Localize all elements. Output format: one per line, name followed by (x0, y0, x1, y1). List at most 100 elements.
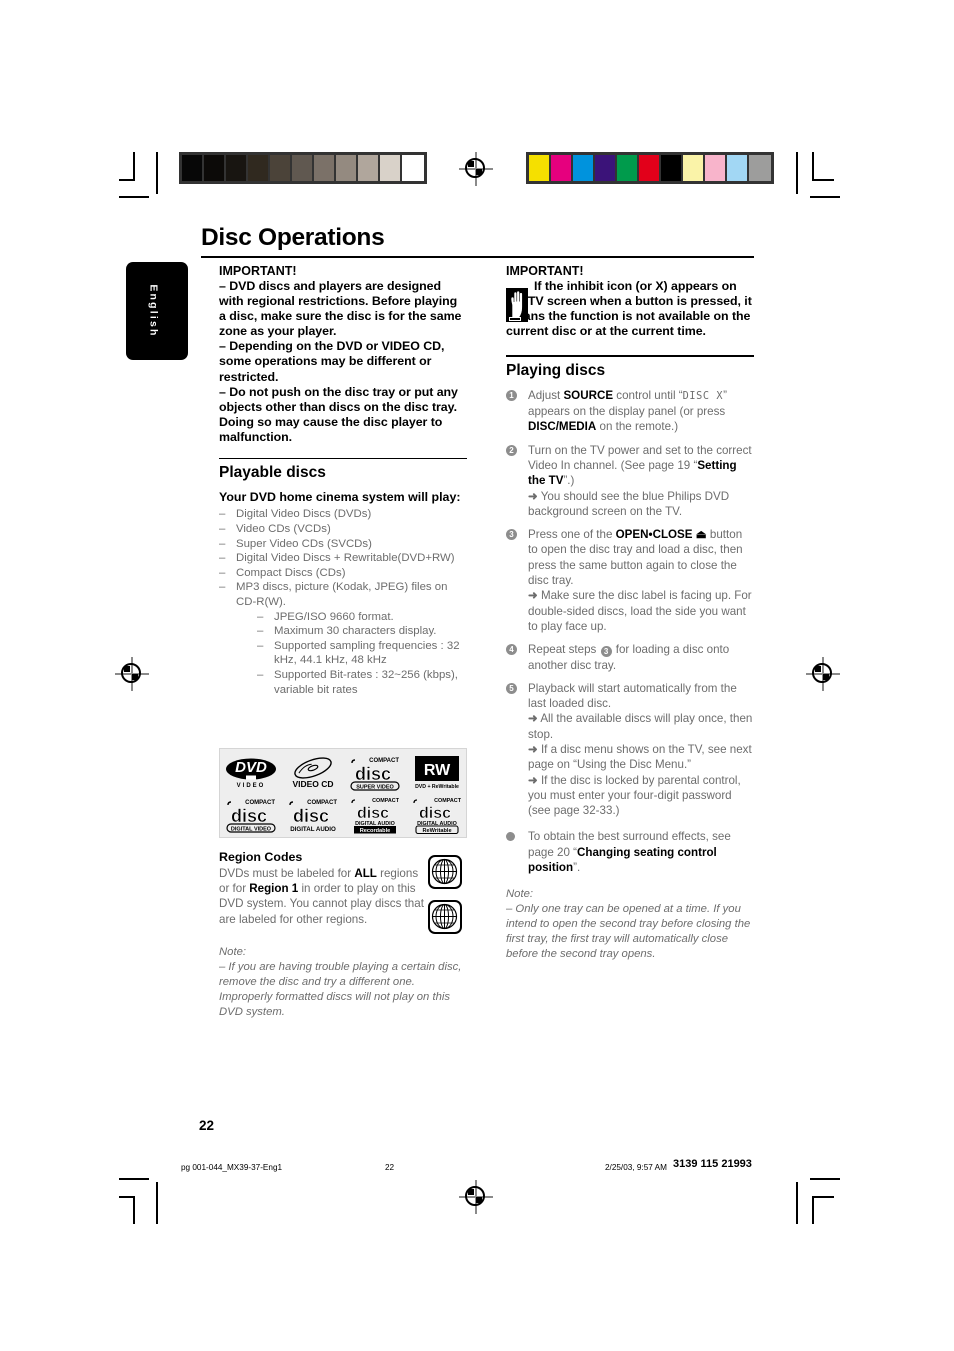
color-swatch (551, 155, 573, 181)
svg-text:disc: disc (419, 805, 451, 822)
step-number: 4 (506, 644, 517, 656)
list-item: – Digital Video Discs (DVDs) (219, 508, 372, 521)
step-text-pre: Playback will start automatically from t… (528, 681, 737, 711)
compact-disc-super-video-logo: COMPACT disc SUPER VIDEO (347, 753, 403, 793)
crop-mark-top-right-lower-h (810, 196, 840, 198)
crop-mark-top-right-corner-v (812, 152, 814, 180)
arrow-icon: ➜ (528, 712, 538, 726)
sublist-item: – JPEG/ISO 9660 format. (257, 610, 394, 623)
color-swatch (639, 155, 661, 181)
crop-mark-top-left-corner-h (119, 179, 135, 181)
svg-text:DVD + ReWritable: DVD + ReWritable (415, 784, 459, 790)
region-codes-body: DVDs must be labeled for ALL regions or … (219, 866, 424, 927)
color-calibration-bar (526, 152, 774, 184)
list-item: – Super Video CDs (SVCDs) (219, 537, 372, 550)
surround-effects-bullet: To obtain the best surround effects, see… (506, 829, 754, 875)
color-swatch (204, 155, 226, 181)
document-page: English Disc Operations IMPORTANT! – DVD… (0, 0, 954, 1351)
playable-discs-subheading: Your DVD home cinema system will play: (219, 490, 461, 505)
svg-text:COMPACT: COMPACT (372, 798, 400, 804)
title-divider (201, 256, 754, 258)
svg-text:disc: disc (293, 806, 329, 826)
color-swatch (573, 155, 595, 181)
video-cd-logo: VIDEO CD (285, 753, 341, 793)
language-tab-label: English (147, 284, 160, 338)
color-swatch (314, 155, 336, 181)
list-item: – Compact Discs (CDs) (219, 566, 346, 579)
bullet-text-post: ”. (573, 861, 581, 875)
left-important-heading: IMPORTANT! (219, 264, 297, 278)
region-1-globe-icon (428, 900, 462, 934)
step-2: 2 Turn on the TV power and set to the co… (506, 443, 754, 519)
step-number: 3 (506, 529, 517, 541)
playing-discs-heading: Playing discs (506, 361, 606, 379)
open-close-button-label: OPEN•CLOSE ⏏ (615, 528, 707, 542)
crop-mark-top-left-vertical (156, 152, 158, 194)
dvd-video-logo: DVD VIDEO (223, 753, 279, 793)
svg-text:COMPACT: COMPACT (434, 798, 462, 804)
color-swatch (358, 155, 380, 181)
left-note-label: Note: (219, 946, 247, 958)
playable-discs-sublist: – JPEG/ISO 9660 format. – Maximum 30 chara… (257, 610, 467, 698)
compact-disc-recordable-logo: COMPACT disc DIGITAL AUDIO Recordable (347, 795, 403, 835)
color-swatch (749, 155, 771, 181)
step-1: 1 Adjust SOURCE control until “DISC X” a… (506, 388, 754, 435)
source-control-label: SOURCE (563, 388, 614, 402)
color-swatch (617, 155, 639, 181)
color-swatch (727, 155, 749, 181)
crop-mark-top-right-vertical (796, 152, 798, 194)
step-text-post: ”.) (563, 474, 575, 488)
right-note-text: – Only one tray can be opened at a time.… (506, 903, 751, 960)
arrow-icon: ➜ (528, 743, 538, 756)
registration-mark-right (806, 657, 840, 691)
color-swatch (595, 155, 617, 181)
language-tab-english: English (126, 262, 188, 360)
svg-text:disc: disc (355, 764, 391, 784)
registration-mark-left (115, 657, 149, 691)
step-3: 3 Press one of the OPEN•CLOSE ⏏ button t… (506, 527, 754, 634)
sublist-item: – Supported Bit-rates : 32~256 (kbps), va… (257, 668, 458, 696)
footer-document-code: 3139 115 21993 (673, 1158, 752, 1170)
sublist-item: – Maximum 30 characters display. (257, 625, 437, 638)
playable-discs-divider (219, 458, 467, 460)
list-item: – MP3 discs, picture (Kodak, JPEG) files … (219, 580, 467, 697)
disc-format-logos: DVD VIDEO VIDEO CD COMPACT disc SUPER VI… (219, 748, 467, 838)
step-4: 4 Repeat steps 3 for loading a disc onto… (506, 642, 754, 673)
svg-text:RW: RW (424, 762, 451, 779)
step-text-pre: Repeat steps (528, 643, 600, 657)
crop-mark-bottom-left-upper-h (119, 1178, 149, 1180)
color-swatch (248, 155, 270, 181)
svg-text:disc: disc (231, 806, 267, 826)
grayscale-calibration-bar (179, 152, 427, 184)
color-swatch (226, 155, 248, 181)
playing-discs-steps: 1 Adjust SOURCE control until “DISC X” a… (506, 388, 754, 876)
left-important-item-1: – DVD discs and players are designed wit… (219, 279, 462, 339)
step-number: 1 (506, 389, 517, 401)
svg-text:disc: disc (357, 805, 389, 822)
display-panel-text: DISC X (682, 390, 724, 402)
dvd-rewritable-logo: RW DVD + ReWritable (409, 753, 465, 793)
crop-mark-top-left-corner-v (133, 152, 135, 180)
list-item-label: MP3 discs, picture (Kodak, JPEG) files o… (236, 581, 448, 608)
list-item-label: Super Video CDs (SVCDs) (236, 537, 372, 550)
color-swatch (270, 155, 292, 181)
step-reference-number: 3 (600, 646, 612, 658)
step-number: 2 (506, 444, 517, 456)
region-all-globe-icon (428, 855, 462, 889)
list-item: – Digital Video Discs + Rewritable(DVD+RW… (219, 552, 455, 565)
svg-text:DVD: DVD (235, 759, 267, 776)
right-important-heading: IMPORTANT! (506, 264, 584, 278)
playable-discs-list: – Digital Video Discs (DVDs) – Video CDs (… (219, 507, 467, 697)
disc-media-button-label: DISC/MEDIA (528, 420, 597, 434)
compact-disc-digital-audio-logo: COMPACT disc DIGITAL AUDIO (285, 795, 341, 835)
svg-text:ReWritable: ReWritable (422, 828, 451, 834)
region-codes-text-1: DVDs must be labeled for (219, 867, 355, 880)
footer-filename: pg 001-044_MX39-37-Eng1 (181, 1163, 283, 1172)
step-arrow-text-3: If the disc is locked by parental contro… (528, 773, 741, 818)
color-swatch (292, 155, 314, 181)
right-important-text: If the inhibit icon (or X) appears on th… (506, 279, 752, 339)
left-column: IMPORTANT! – DVD discs and players are d… (219, 264, 467, 697)
step-arrow-text-1: All the available discs will play once, … (528, 712, 753, 741)
svg-text:VIDEO: VIDEO (237, 783, 266, 789)
step-text-pre: Press one of the (528, 528, 616, 542)
